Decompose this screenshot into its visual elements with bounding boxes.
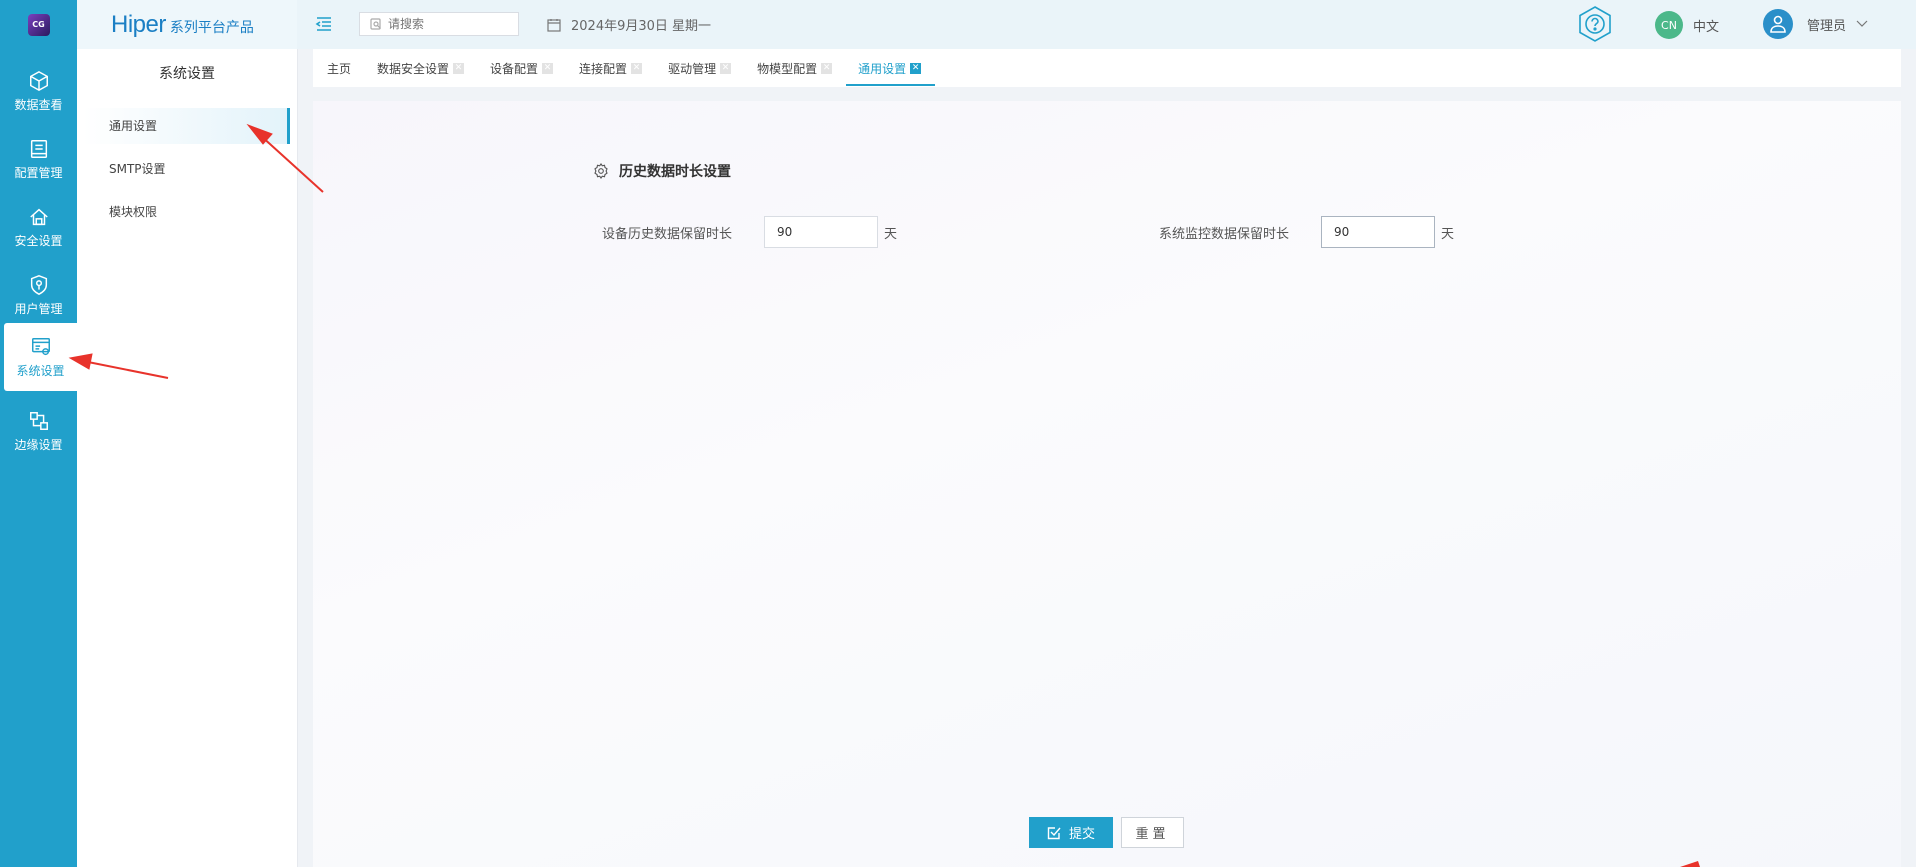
date-display: 2024年9月30日 星期一 [547, 15, 711, 34]
rail-item-label: 安全设置 [14, 233, 63, 248]
form-actions: 提交 重置 [1029, 817, 1184, 848]
search-box[interactable] [359, 12, 519, 36]
language-badge: CN [1655, 11, 1683, 39]
system-monitor-input[interactable] [1321, 216, 1436, 248]
section-title-text: 历史数据时长设置 [619, 164, 731, 180]
date-text: 2024年9月30日 星期一 [571, 19, 712, 34]
close-icon[interactable]: ✕ [631, 62, 643, 74]
help-icon[interactable] [1577, 5, 1613, 43]
rail-item-label: 边缘设置 [14, 437, 63, 452]
rail-item-label: 配置管理 [14, 165, 63, 180]
tab-device-config[interactable]: 设备配置 ✕ [490, 49, 554, 87]
rail-item-label: 系统设置 [16, 363, 65, 378]
brand-subtitle: 系列平台产品 [169, 19, 254, 36]
app-logo: CG [0, 0, 77, 49]
tab-label: 数据安全设置 [377, 61, 450, 76]
device-history-input[interactable] [764, 216, 879, 248]
rail-item-system-settings[interactable]: 系统设置 [4, 323, 77, 391]
rail-item-edge[interactable]: 边缘设置 [0, 397, 77, 465]
rail-item-security[interactable]: 安全设置 [0, 193, 77, 261]
tab-data-security[interactable]: 数据安全设置 ✕ [377, 49, 465, 87]
tab-label: 驱动管理 [668, 61, 717, 76]
rail-item-users[interactable]: 用户管理 [0, 261, 77, 329]
security-icon [29, 208, 48, 225]
unit-label: 天 [884, 226, 898, 242]
unit-label: 天 [1441, 226, 1455, 242]
user-name: 管理员 [1807, 18, 1847, 34]
tab-label: 通用设置 [858, 61, 907, 76]
sidebar-title: 系统设置 [159, 66, 215, 82]
edge-icon [29, 411, 48, 430]
sidebar-item-smtp[interactable]: SMTP设置 [83, 151, 283, 187]
tab-label: 设备配置 [490, 61, 539, 76]
brand: Hiper 系列平台产品 [77, 0, 297, 49]
close-icon[interactable]: ✕ [453, 62, 465, 74]
config-icon [30, 139, 47, 158]
checkbox-icon [1047, 826, 1061, 839]
section-title: 历史数据时长设置 [593, 161, 731, 181]
tab-general-settings[interactable]: 通用设置 ✕ [846, 49, 936, 87]
user-icon [1770, 15, 1786, 33]
close-icon[interactable]: ✕ [542, 62, 554, 74]
user-shield-icon [30, 274, 47, 295]
system-settings-icon [31, 337, 50, 355]
close-icon[interactable]: ✕ [821, 62, 833, 74]
rail-item-config[interactable]: 配置管理 [0, 125, 77, 193]
tab-home[interactable]: 主页 [327, 49, 351, 87]
tab-label: 连接配置 [579, 61, 628, 76]
sidebar-item-module-permissions[interactable]: 模块权限 [83, 194, 283, 230]
avatar [1763, 9, 1793, 39]
rail-item-label: 用户管理 [14, 301, 63, 316]
close-icon[interactable]: ✕ [720, 62, 732, 74]
menu-collapse-icon[interactable] [315, 15, 333, 33]
tab-label: 物模型配置 [757, 61, 818, 76]
search-input[interactable] [386, 16, 510, 32]
rail-item-label: 数据查看 [14, 97, 63, 112]
device-history-row: 设备历史数据保留时长 天 [602, 216, 897, 248]
tab-connection-config[interactable]: 连接配置 ✕ [579, 49, 643, 87]
user-menu[interactable]: 管理员 [1763, 9, 1868, 39]
main-panel: 历史数据时长设置 设备历史数据保留时长 天 系统监控数据保留时长 天 提交 重置 [313, 101, 1901, 867]
secondary-sidebar: Hiper 系列平台产品 系统设置 通用设置 SMTP设置 模块权限 [77, 0, 298, 867]
tab-label: 主页 [327, 61, 352, 76]
brand-name: Hiper [111, 10, 166, 38]
system-monitor-label: 系统监控数据保留时长 [1159, 226, 1290, 242]
tab-driver-management[interactable]: 驱动管理 ✕ [668, 49, 732, 87]
rail-item-data-view[interactable]: 数据查看 [0, 57, 77, 125]
close-icon[interactable]: ✕ [910, 62, 922, 74]
system-monitor-row: 系统监控数据保留时长 天 [1159, 216, 1454, 248]
cube-icon [29, 70, 48, 91]
language-switcher[interactable]: CN 中文 [1655, 11, 1719, 39]
icon-rail: CG 数据查看 配置管理 安全设置 用户管理 系统设置 边缘设置 [0, 0, 77, 867]
language-label: 中文 [1693, 19, 1720, 35]
logo-icon: CG [27, 13, 50, 36]
top-header: 2024年9月30日 星期一 CN 中文 管理员 [297, 0, 1916, 49]
gear-icon [594, 163, 608, 179]
tab-bar: 主页 数据安全设置 ✕ 设备配置 ✕ 连接配置 ✕ 驱动管理 ✕ 物模型配置 ✕ 通用设置… [313, 49, 1901, 87]
reset-button[interactable]: 重置 [1121, 817, 1184, 848]
search-icon [370, 18, 381, 30]
submit-label: 提交 [1068, 827, 1095, 842]
submit-button[interactable]: 提交 [1029, 817, 1113, 848]
sidebar-item-general[interactable]: 通用设置 [83, 108, 290, 144]
chevron-down-icon [1856, 20, 1868, 27]
device-history-label: 设备历史数据保留时长 [602, 226, 733, 242]
tab-thing-model-config[interactable]: 物模型配置 ✕ [757, 49, 833, 87]
calendar-icon [547, 18, 561, 32]
